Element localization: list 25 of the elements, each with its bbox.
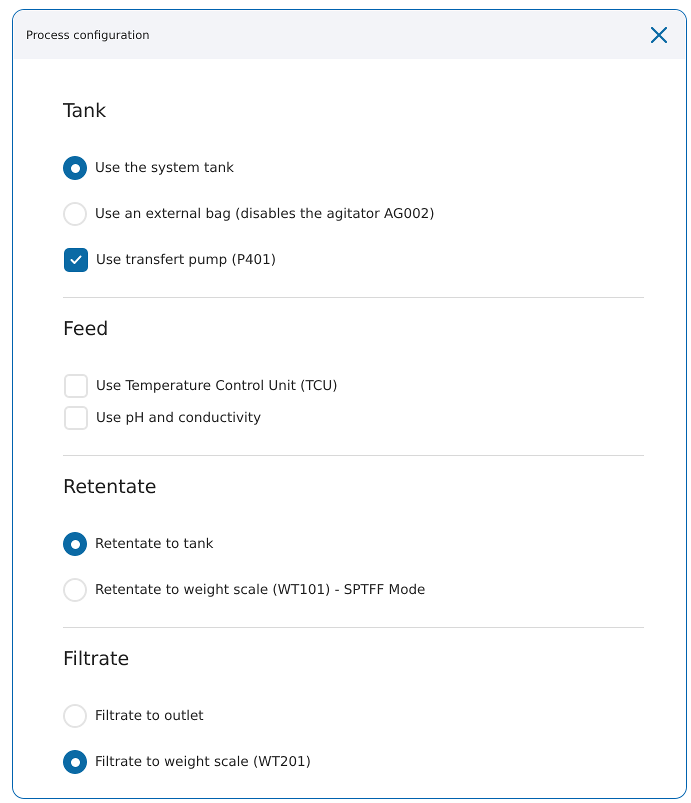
option-label[interactable]: Retentate to tank bbox=[95, 536, 214, 552]
radio-button[interactable] bbox=[63, 532, 87, 556]
option-label[interactable]: Use transfert pump (P401) bbox=[96, 252, 276, 268]
checkbox[interactable] bbox=[64, 374, 88, 398]
dialog-title: Process configuration bbox=[26, 28, 150, 42]
option-label[interactable]: Use pH and conductivity bbox=[96, 410, 262, 426]
option-label[interactable]: Filtrate to weight scale (WT201) bbox=[95, 754, 311, 770]
section-heading: Retentate bbox=[63, 475, 156, 500]
radio-button[interactable] bbox=[63, 750, 87, 774]
radio-button[interactable] bbox=[63, 578, 87, 602]
option-label[interactable]: Use the system tank bbox=[95, 160, 234, 176]
close-icon bbox=[650, 26, 668, 44]
checkmark-icon bbox=[70, 255, 82, 265]
option-label[interactable]: Use Temperature Control Unit (TCU) bbox=[96, 378, 338, 394]
option-label[interactable]: Retentate to weight scale (WT101) - SPTFF Mode bbox=[95, 582, 426, 598]
option-label[interactable]: Filtrate to outlet bbox=[95, 708, 204, 724]
section-heading: Tank bbox=[63, 99, 106, 124]
option-label[interactable]: Use an external bag (disables the agitator AG002) bbox=[95, 206, 435, 222]
radio-button[interactable] bbox=[63, 156, 87, 180]
radio-button[interactable] bbox=[63, 202, 87, 226]
section-heading: Feed bbox=[63, 317, 108, 342]
radio-button[interactable] bbox=[63, 704, 87, 728]
checkbox[interactable] bbox=[64, 406, 88, 430]
section-heading: Filtrate bbox=[63, 647, 130, 672]
checkbox[interactable] bbox=[64, 248, 88, 272]
